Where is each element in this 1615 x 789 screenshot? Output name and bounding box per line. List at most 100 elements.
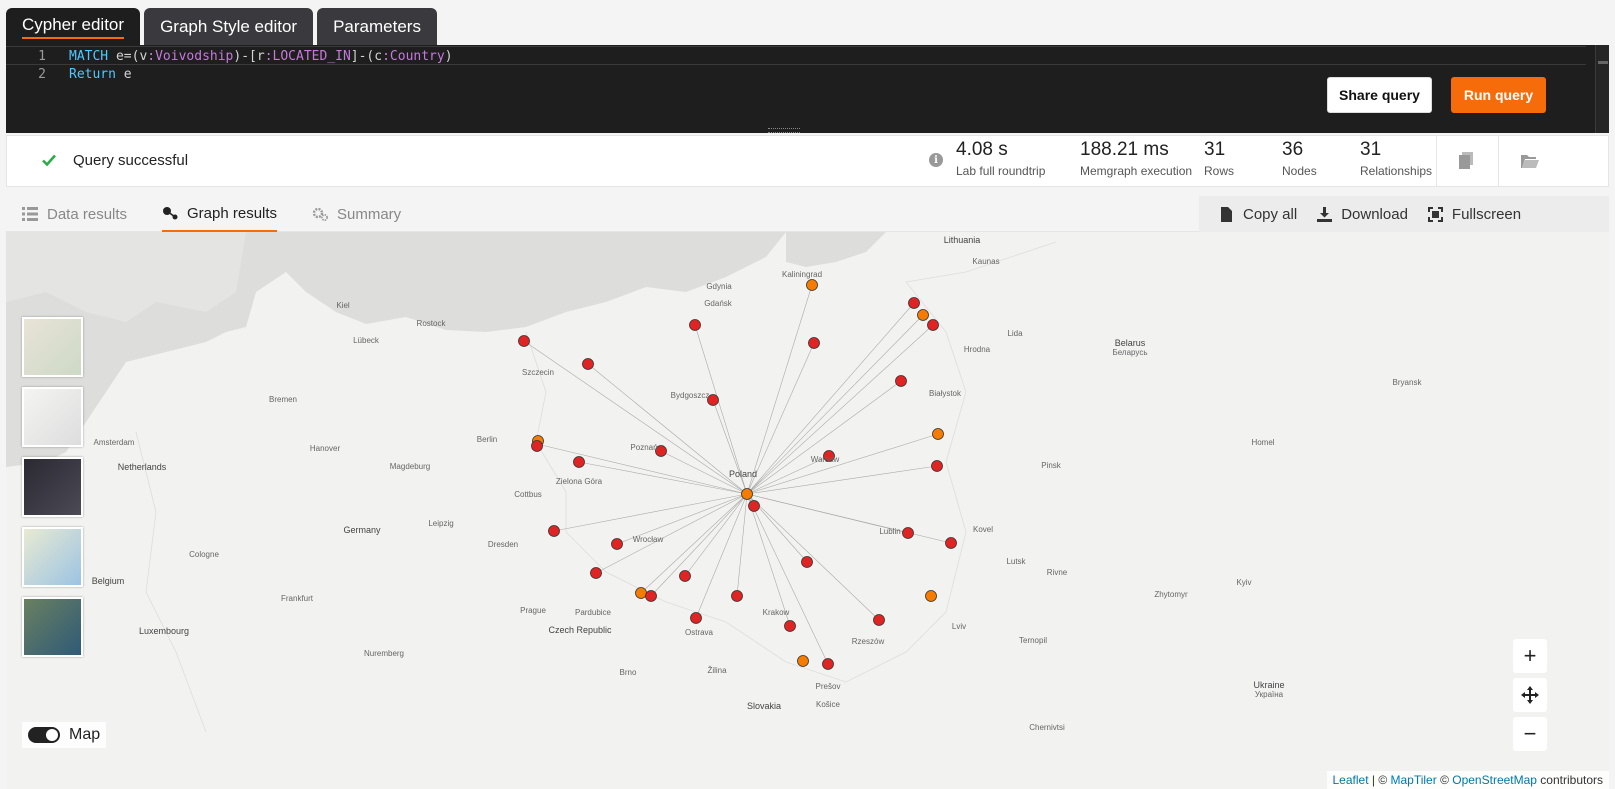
result-tabs: Data results Graph results Summary Copy …	[6, 196, 1609, 232]
map-label: Rivne	[1046, 568, 1068, 577]
map-label: Dresden	[487, 540, 519, 549]
zoom-out-button[interactable]: −	[1513, 717, 1547, 751]
layer-thumb-light[interactable]	[22, 387, 83, 447]
layer-thumb-dark[interactable]	[22, 457, 83, 517]
metric-execution: 188.21 ms Memgraph execution	[1080, 138, 1192, 178]
map-label: Kyiv	[1236, 578, 1252, 587]
metric-nodes: 36 Nodes	[1282, 138, 1317, 178]
metric-rows: 31 Rows	[1204, 138, 1234, 178]
map-label: Brno	[619, 668, 637, 677]
info-icon[interactable]: i	[929, 153, 943, 167]
map-label: Cottbus	[514, 490, 542, 499]
status-message: Query successful	[73, 152, 189, 169]
map-label: Warsaw	[810, 455, 840, 464]
tab-graph-style-editor[interactable]: Graph Style editor	[144, 8, 314, 46]
layer-thumb-satellite[interactable]	[22, 597, 83, 657]
tab-summary[interactable]: Summary	[312, 196, 401, 232]
code-line[interactable]: 1 MATCH e=(v:Voivodship)-[r:LOCATED_IN]-…	[6, 46, 1586, 65]
tab-data-results[interactable]: Data results	[22, 196, 127, 232]
copy-icon	[1221, 206, 1232, 222]
folder-open-icon[interactable]	[1521, 153, 1539, 168]
gears-icon	[312, 207, 328, 221]
recenter-button[interactable]	[1513, 678, 1547, 712]
map-label: Košice	[815, 700, 841, 709]
line-number: 1	[38, 49, 46, 64]
zoom-in-button[interactable]: +	[1513, 639, 1547, 673]
map-label: Frankfurt	[280, 594, 314, 603]
map-label: Gdańsk	[704, 299, 732, 308]
memgraph-lab-app: Cypher editor Graph Style editor Paramet…	[0, 0, 1615, 789]
map-label: Prešov	[815, 682, 841, 691]
map-base	[6, 232, 1609, 789]
toggle-label: Map	[69, 726, 101, 743]
metric-label: Lab full roundtrip	[956, 164, 1046, 178]
move-arrows-icon	[1521, 686, 1539, 704]
code-text: MATCH e=(v:Voivodship)-[r:LOCATED_IN]-(c…	[69, 49, 453, 64]
tab-graph-results[interactable]: Graph results	[162, 196, 278, 232]
code-text: Return e	[69, 67, 132, 82]
map-label: Germany	[343, 525, 381, 535]
map-label: Poznań	[630, 443, 658, 452]
map-label: Lithuania	[943, 235, 981, 245]
map-attribution: Leaflet | © MapTiler © OpenStreetMap con…	[1326, 771, 1609, 789]
map-label: Zielona Góra	[555, 477, 603, 486]
layer-thumb-streets[interactable]	[22, 317, 83, 377]
metric-relationships: 31 Relationships	[1360, 138, 1432, 178]
tab-cypher-editor[interactable]: Cypher editor	[6, 8, 141, 46]
map-label: Belgium	[91, 576, 125, 586]
download-button[interactable]: Download	[1317, 206, 1408, 223]
fullscreen-button[interactable]: Fullscreen	[1427, 206, 1521, 223]
map-label: Lübeck	[353, 336, 379, 345]
map-label: Kovel	[972, 525, 994, 534]
map-label: Amsterdam	[93, 438, 135, 447]
divider	[1436, 136, 1437, 186]
editor-scrollbar[interactable]	[1595, 45, 1609, 133]
map-label: Wrocław	[632, 535, 664, 544]
metric-value: 188.21 ms	[1080, 139, 1169, 160]
map-label: Ukraine	[1253, 680, 1285, 690]
copy-icon[interactable]	[1459, 152, 1473, 169]
osm-link[interactable]: OpenStreetMap	[1452, 773, 1537, 787]
tab-label: Cypher editor	[22, 15, 125, 39]
attribution-text: | ©	[1368, 773, 1391, 787]
tool-label: Copy all	[1243, 205, 1298, 223]
tab-parameters[interactable]: Parameters	[317, 8, 437, 46]
map-label: Prague	[520, 606, 546, 615]
toggle-switch[interactable]	[28, 727, 60, 743]
graph-map-view[interactable]: Poland Germany Czech Republic Slovakia L…	[6, 232, 1609, 789]
metric-value: 31	[1360, 139, 1382, 160]
editor-resize-handle[interactable]	[768, 128, 800, 133]
metric-roundtrip: 4.08 s Lab full roundtrip	[956, 138, 1045, 178]
metric-value: 36	[1282, 139, 1304, 160]
map-label: Kaliningrad	[781, 270, 823, 279]
metric-label: Relationships	[1360, 164, 1433, 178]
run-query-button[interactable]: Run query	[1451, 77, 1546, 113]
map-label: Białystok	[928, 389, 962, 398]
maptiler-link[interactable]: MapTiler	[1391, 773, 1437, 787]
metric-label: Rows	[1204, 164, 1235, 178]
map-label: Bryansk	[1392, 378, 1422, 387]
metric-label: Memgraph execution	[1080, 164, 1193, 178]
map-label: Homel	[1251, 438, 1275, 447]
line-number: 2	[38, 67, 46, 82]
copy-all-button[interactable]: Copy all	[1219, 206, 1297, 223]
scrollbar-grip[interactable]	[1598, 61, 1608, 64]
result-toolbar: Copy all Download Fullscreen	[1199, 196, 1609, 232]
map-label: Chernivtsi	[1029, 723, 1065, 732]
map-toggle[interactable]: Map	[22, 722, 107, 748]
attribution-text: ©	[1436, 773, 1453, 787]
map-label: Cologne	[189, 550, 219, 559]
map-label: Belarus	[1114, 338, 1146, 348]
share-query-button[interactable]: Share query	[1327, 77, 1432, 113]
map-label: Lutsk	[1006, 557, 1026, 566]
map-label: Pinsk	[1041, 461, 1061, 470]
map-label: Lublin	[879, 527, 901, 536]
leaflet-link[interactable]: Leaflet	[1333, 773, 1369, 787]
map-label: Slovakia	[746, 701, 782, 711]
editor-tabs: Cypher editor Graph Style editor Paramet…	[6, 8, 437, 46]
query-status-bar: Query successful i 4.08 s Lab full roundt…	[6, 135, 1609, 187]
map-label: Hrodna	[963, 345, 991, 354]
metric-value: 4.08 s	[956, 139, 1008, 160]
map-label: Беларусь	[1112, 348, 1148, 357]
layer-thumb-terrain[interactable]	[22, 527, 83, 587]
